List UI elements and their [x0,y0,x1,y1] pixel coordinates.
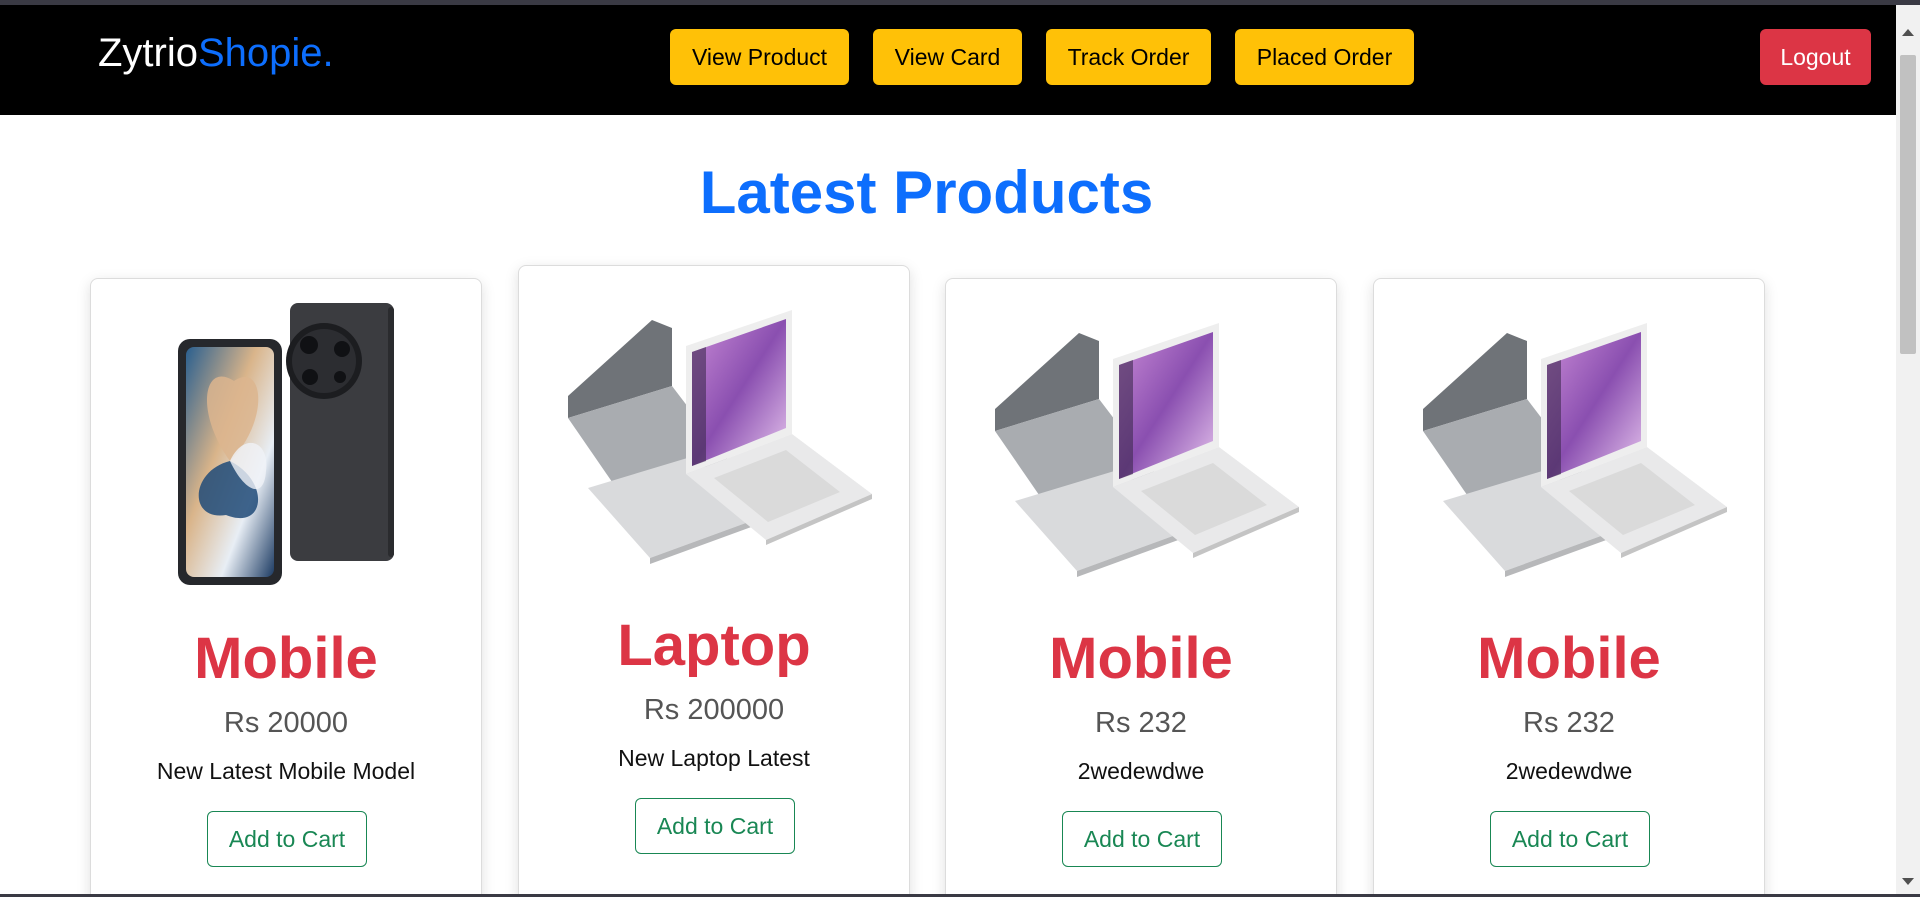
product-image [91,301,481,585]
page-scrollbar[interactable] [1896,5,1920,894]
product-description: 2wedewdwe [1505,758,1633,784]
product-name: Mobile [1477,626,1661,691]
product-price: Rs 232 [1523,707,1615,739]
product-description: New Laptop Latest [618,745,810,771]
product-description: New Latest Mobile Model [156,758,416,784]
add-to-cart-button[interactable]: Add to Cart [635,798,795,854]
product-card: Mobile Rs 232 2wedewdwe Add to Cart [1373,278,1765,897]
brand-logo[interactable]: ZytrioShopie. [98,31,334,76]
navbar: ZytrioShopie. View Product View Card Tra… [0,5,1896,115]
scroll-down-arrow-icon[interactable] [1902,878,1914,885]
laptop-image [568,310,872,564]
product-card: Mobile Rs 232 2wedewdwe Add to Cart [945,278,1337,897]
laptop-image [1423,323,1727,577]
add-to-cart-button[interactable]: Add to Cart [1062,811,1222,867]
track-order-button[interactable]: Track Order [1046,29,1211,85]
product-image [519,288,909,568]
product-price: Rs 232 [1095,707,1187,739]
add-to-cart-button[interactable]: Add to Cart [207,811,367,867]
placed-order-button[interactable]: Placed Order [1235,29,1414,85]
logout-button[interactable]: Logout [1760,29,1871,85]
product-card: Mobile Rs 20000 New Latest Mobile Model … [90,278,482,897]
product-name: Mobile [194,626,378,691]
scroll-up-arrow-icon[interactable] [1902,29,1914,36]
scroll-thumb[interactable] [1900,55,1916,354]
view-card-button[interactable]: View Card [873,29,1022,85]
phone-image [178,303,394,585]
brand-accent-name: Shopie. [198,31,334,75]
product-price: Rs 200000 [643,694,785,726]
laptop-image [995,323,1299,577]
product-name: Laptop [617,613,811,678]
page-title: Latest Products [699,159,1154,226]
product-name: Mobile [1049,626,1233,691]
product-card: Laptop Rs 200000 New Laptop Latest Add t… [518,265,910,897]
view-product-button[interactable]: View Product [670,29,849,85]
product-image [1374,301,1764,581]
product-price: Rs 20000 [223,707,349,739]
product-image [946,301,1336,581]
brand-name: Zytrio [98,31,198,75]
add-to-cart-button[interactable]: Add to Cart [1490,811,1650,867]
product-description: 2wedewdwe [1077,758,1205,784]
